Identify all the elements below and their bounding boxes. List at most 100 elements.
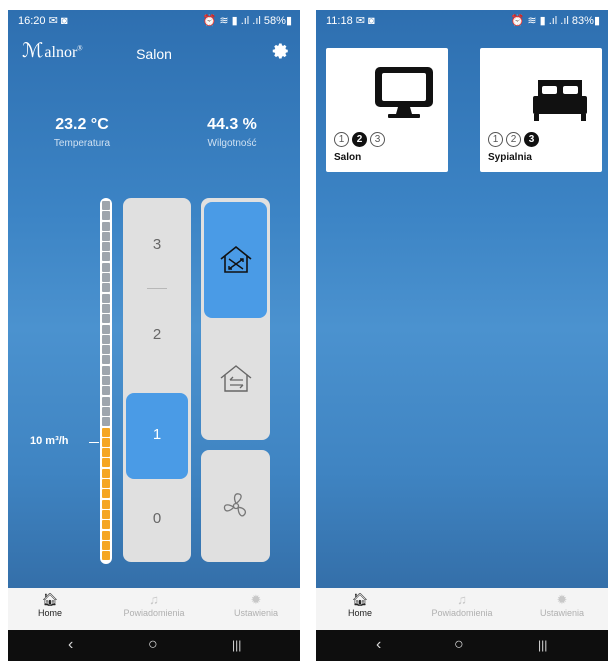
room-level: 1 [334,132,349,147]
humidity-value: 44.3 % [207,116,257,133]
nav-home[interactable]: 🏠︎ Home [10,592,90,618]
airflow-scale-segment [102,273,110,283]
airflow-scale-segment [102,468,110,478]
status-icons: ⏰ ≋ ▮ .ıl .ıl 58%▮ [202,15,292,27]
airflow-scale-segment [102,427,110,437]
airflow-scale-segment [102,324,110,334]
status-time: 16:20 ✉ ◙ [18,15,68,27]
room-card-salon[interactable]: 1 2 3 Salon [326,48,448,172]
temperature-label: Temperatura [53,138,111,149]
airflow-scale-segment [102,406,110,416]
airflow-scale-segment [102,314,110,324]
airflow-scale-segment [102,417,110,427]
level-0-button[interactable]: 0 [123,510,191,527]
mode-exchange-button[interactable] [201,318,270,440]
fan-level-selector: 3 2 1 0 [123,198,191,562]
bell-icon: ♫ [457,592,467,607]
recents-button[interactable]: ||| [232,638,241,652]
airflow-scale-segment [102,458,110,468]
airflow-scale-segment [102,520,110,530]
status-bar: 16:20 ✉ ◙ ⏰ ≋ ▮ .ıl .ıl 58%▮ [8,10,300,32]
airflow-scale-segment [102,345,110,355]
home-screen-salon: 16:20 ✉ ◙ ⏰ ≋ ▮ .ıl .ıl 58%▮ ℳalnor® Sal… [8,10,300,588]
home-button[interactable]: ○ [454,636,464,654]
nav-notifications[interactable]: ♫ Powiadomienia [422,592,502,618]
bell-icon: ♫ [149,592,159,607]
airflow-scale-segment [102,376,110,386]
back-button[interactable]: ‹ [376,636,381,654]
airflow-scale-segment [102,242,110,252]
airflow-scale [100,198,112,564]
status-icons: ⏰ ≋ ▮ .ıl .ıl 83%▮ [510,15,600,27]
level-1-button[interactable]: 1 [126,393,188,479]
level-divider [147,288,167,289]
airflow-label: 10 m³/h [30,435,69,447]
nav-notifications[interactable]: ♫ Powiadomienia [114,592,194,618]
airflow-scale-segment [102,283,110,293]
back-button[interactable]: ‹ [68,636,73,654]
phone-left: 16:20 ✉ ◙ ⏰ ≋ ▮ .ıl .ıl 58%▮ ℳalnor® Sal… [8,10,300,661]
nav-home[interactable]: 🏠︎ Home [320,592,400,618]
page-title: Salon [136,46,172,62]
airflow-scale-segment [102,355,110,365]
tv-icon [375,67,433,118]
airflow-scale-segment [102,334,110,344]
airflow-scale-segment [102,551,110,561]
airflow-scale-segment [102,448,110,458]
recents-button[interactable]: ||| [538,638,547,652]
rooms-screen: 11:18 ✉ ◙ ⏰ ≋ ▮ .ıl .ıl 83%▮ 1 2 3 Salon [316,10,608,588]
home-button[interactable]: ○ [148,636,158,654]
room-level-selected: 3 [524,132,539,147]
airflow-scale-segment [102,231,110,241]
mode-selector [201,198,270,440]
nav-home-label: Home [37,608,62,618]
airflow-scale-segment [102,479,110,489]
settings-icon: ✹ [556,592,568,607]
room-level: 2 [506,132,521,147]
airflow-scale-segment [102,262,110,272]
room-level-indicator: 1 2 3 [488,132,539,147]
house-arrows-icon [220,365,251,392]
system-navigation-bar: ‹ ○ ||| [8,630,300,661]
airflow-scale-segment [102,303,110,313]
nav-settings[interactable]: ✹ Ustawienia [216,592,296,618]
room-level: 3 [370,132,385,147]
bottom-navigation: 🏠︎ Home ♫ Powiadomienia ✹ Ustawienia [316,588,608,630]
nav-settings-label: Ustawienia [233,608,279,618]
temperature-display: 23.2 °C Temperatura [22,116,142,149]
home-icon: 🏠︎ [41,592,59,607]
humidity-display: 44.3 % Wilgotność [172,116,292,149]
nav-settings-label: Ustawienia [539,608,585,618]
airflow-scale-segment [102,386,110,396]
airflow-scale-segment [102,211,110,221]
system-navigation-bar: ‹ ○ ||| [316,630,608,661]
airflow-scale-segment [102,489,110,499]
airflow-scale-segment [102,530,110,540]
settings-icon: ✹ [250,592,262,607]
status-bar: 11:18 ✉ ◙ ⏰ ≋ ▮ .ıl .ıl 83%▮ [316,10,608,32]
nav-notifications-label: Powiadomienia [123,608,185,618]
level-3-button[interactable]: 3 [123,236,191,253]
nav-settings[interactable]: ✹ Ustawienia [522,592,602,618]
airflow-scale-segment [102,540,110,550]
airflow-scale-segment [102,201,110,210]
gear-icon[interactable] [272,42,290,65]
fan-button[interactable] [201,450,270,562]
fan-icon [223,493,246,517]
airflow-marker-line [89,442,99,443]
room-name: Sypialnia [488,152,532,163]
bottom-navigation: 🏠︎ Home ♫ Powiadomienia ✹ Ustawienia [8,588,300,630]
mode-recuperation-button[interactable] [204,202,267,318]
room-level-selected: 2 [352,132,367,147]
airflow-scale-segment [102,293,110,303]
airflow-scale-segment [102,437,110,447]
room-name: Salon [334,152,362,163]
house-cross-icon [220,245,251,273]
room-level: 1 [488,132,503,147]
nav-notifications-label: Powiadomienia [431,608,493,618]
humidity-label: Wilgotność [207,138,257,149]
room-card-sypialnia[interactable]: 1 2 3 Sypialnia [480,48,602,172]
bed-icon [533,80,587,121]
level-2-button[interactable]: 2 [123,326,191,343]
airflow-scale-segment [102,252,110,262]
